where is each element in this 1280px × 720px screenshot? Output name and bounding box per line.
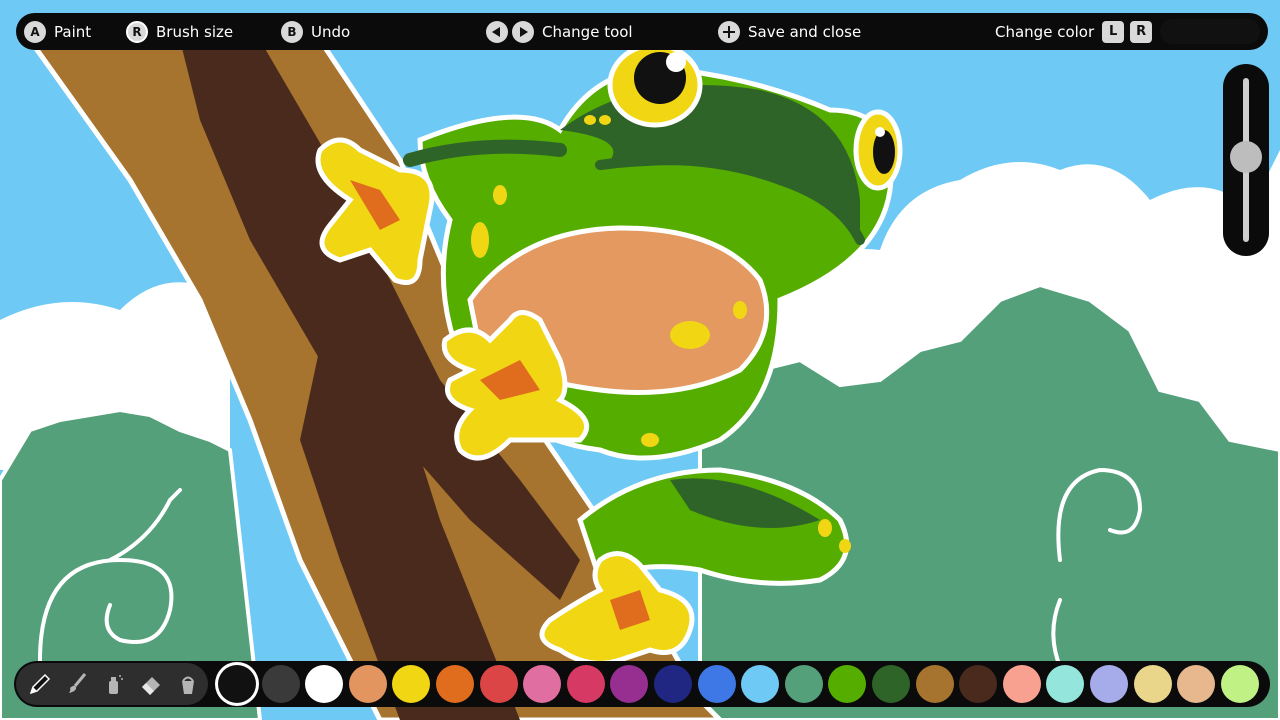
color-swatch[interactable] [1046,665,1085,703]
brush-size-hint[interactable]: R Brush size [126,13,233,50]
color-swatch[interactable] [1177,665,1216,703]
l-button-icon: L [1102,20,1125,43]
bucket-icon [182,676,194,694]
eraser-icon [142,677,160,695]
color-swatch[interactable] [1002,665,1041,703]
brush-icon [69,673,87,693]
plus-button-icon [718,20,740,43]
dpad-left-icon [486,20,508,43]
color-swatch[interactable] [1220,665,1259,703]
color-swatch[interactable] [784,665,823,703]
color-swatch[interactable] [741,665,780,703]
pencil-icon [29,673,51,695]
change-color-hint[interactable]: Change color L R [995,13,1153,50]
r-stick-icon: R [126,20,148,43]
color-swatch[interactable] [610,665,649,703]
controls-bar: A Paint R Brush size B Undo Change tool … [16,13,1268,50]
spray-icon [109,675,123,694]
color-palette [14,661,1270,707]
paint-hint[interactable]: A Paint [24,13,91,50]
brush-size-label: Brush size [156,22,234,41]
bucket-tool[interactable] [170,666,206,702]
undo-label: Undo [311,22,351,41]
color-swatch[interactable] [697,665,736,703]
dpad-right-icon [512,20,534,43]
slider-thumb[interactable] [1230,140,1262,173]
tool-selector [16,663,208,705]
save-close-hint[interactable]: Save and close [718,13,861,50]
eraser-tool[interactable] [133,666,169,702]
change-tool-label: Change tool [542,22,633,41]
color-swatch[interactable] [305,665,344,703]
b-button-icon: B [281,20,303,43]
color-swatch[interactable] [1133,665,1172,703]
color-swatch[interactable] [872,665,910,703]
color-swatch[interactable] [566,665,605,703]
r-button-icon: R [1130,20,1153,43]
color-swatch[interactable] [959,665,998,703]
color-swatch[interactable] [654,665,692,703]
color-swatch[interactable] [523,665,562,703]
undo-hint[interactable]: B Undo [281,13,350,50]
paint-label: Paint [54,22,92,41]
pencil-tool[interactable] [22,666,58,702]
color-swatch[interactable] [1090,665,1128,703]
color-swatch[interactable] [392,665,431,703]
color-swatch[interactable] [218,665,256,703]
color-swatch[interactable] [261,665,300,703]
color-swatch[interactable] [348,665,387,703]
painting-canvas[interactable] [0,0,1280,720]
a-button-icon: A [24,20,46,43]
color-swatch[interactable] [479,665,518,703]
color-swatch[interactable] [436,665,474,703]
color-swatch[interactable] [915,665,954,703]
change-tool-hint[interactable]: Change tool [486,13,633,50]
color-swatch[interactable] [828,665,867,703]
spray-tool[interactable] [96,666,132,702]
brush-tool[interactable] [59,666,95,702]
current-color-preview [1160,19,1260,44]
change-color-label: Change color [995,22,1095,41]
brush-size-slider[interactable] [1223,64,1269,256]
save-close-label: Save and close [748,22,862,41]
